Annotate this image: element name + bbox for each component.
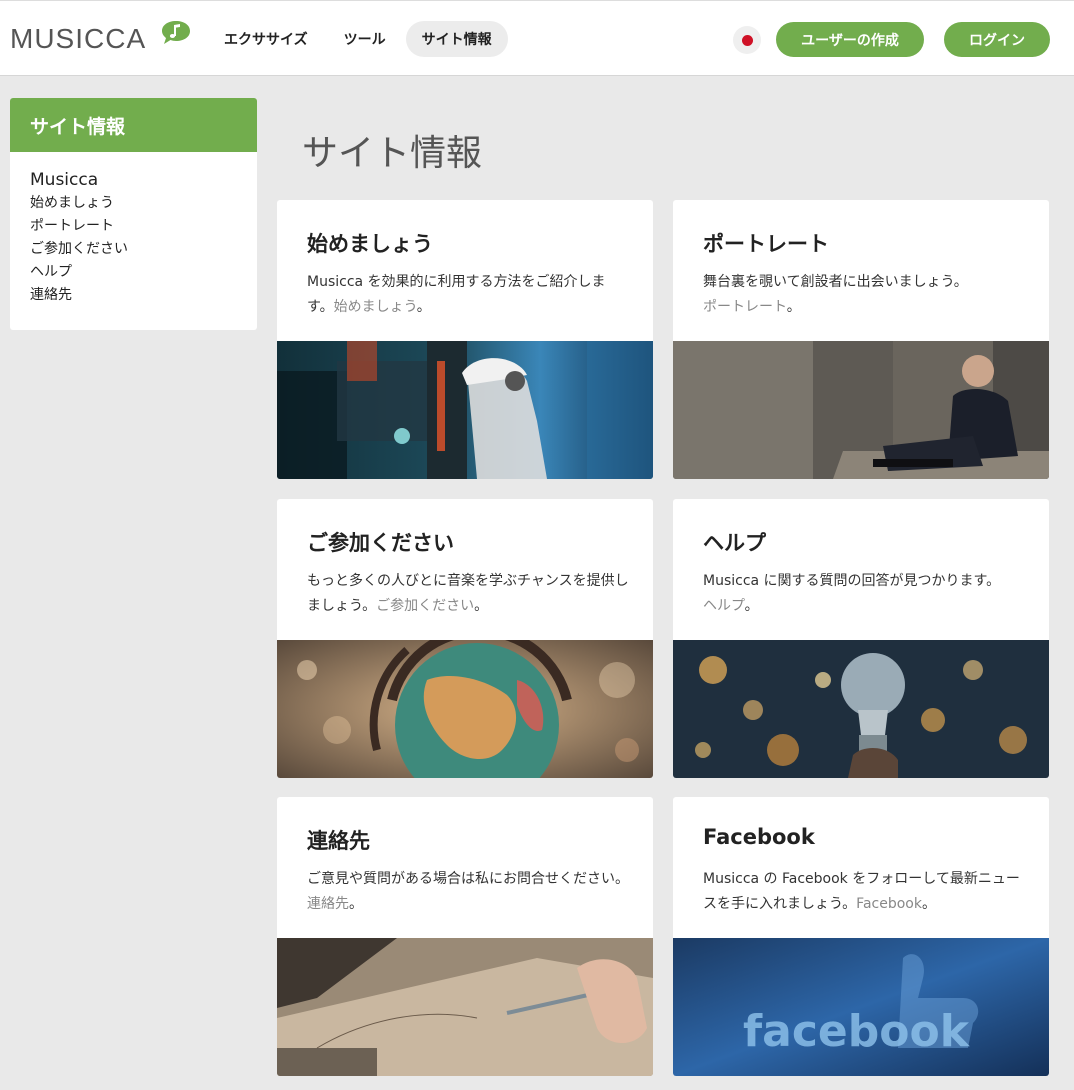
top-header: MUSICCA エクササイズ ツール サイト情報 ユーザーの作成 ログイン [0,0,1074,76]
card-description: Musicca を効果的に利用する方法をご紹介します。始めましょう。 [307,270,632,320]
card-description: 舞台裏を覗いて創設者に出会いましょう。 ポートレート。 [703,270,1028,320]
sidebar-item-portrait[interactable]: ポートレート [30,215,237,238]
card-text-suffix: 。 [474,598,489,614]
card-text-suffix: 。 [786,299,801,315]
card-text: ご意見や質問がある場合は私にお問合せください。 [307,871,629,887]
card-link[interactable]: ポートレート [703,299,787,315]
card-title: 連絡先 [307,829,370,853]
card-text: Musicca に関する質問の回答が見つかります。 [703,573,1001,589]
card-text-suffix: 。 [349,896,363,912]
card-description: Musicca に関する質問の回答が見つかります。 ヘルプ。 [703,569,1028,619]
page-title: サイト情報 [302,133,483,174]
card-description: ご意見や質問がある場合は私にお問合せください。連絡先。 [307,867,632,917]
card-join[interactable]: ご参加ください もっと多くの人びとに音楽を学ぶチャンスを提供しましょう。ご参加く… [277,499,653,778]
nav-exercises[interactable]: エクササイズ [208,21,324,57]
card-link[interactable]: ご参加ください [376,598,474,614]
card-description: もっと多くの人びとに音楽を学ぶチャンスを提供しましょう。ご参加ください。 [307,569,632,619]
globe-photo [277,640,653,778]
facebook-photo: facebook [673,938,1049,1076]
sidebar-body: Musicca 始めましょう ポートレート ご参加ください ヘルプ 連絡先 [10,152,257,307]
card-facebook[interactable]: Facebook Musicca の Facebook をフォローして最新ニュー… [673,797,1049,1076]
logo-text: MUSICCA [10,23,147,54]
sidebar: サイト情報 Musicca 始めましょう ポートレート ご参加ください ヘルプ … [10,98,257,330]
card-title: ご参加ください [307,531,454,555]
sidebar-heading: サイト情報 [10,98,257,152]
sidebar-item-getting-started[interactable]: 始めましょう [30,192,237,215]
card-link[interactable]: Facebook [856,896,922,912]
music-note-bubble-icon [162,21,190,44]
card-getting-started[interactable]: 始めましょう Musicca を効果的に利用する方法をご紹介します。始めましょう… [277,200,653,479]
card-portrait[interactable]: ポートレート 舞台裏を覗いて創設者に出会いましょう。 ポートレート。 [673,200,1049,479]
card-description: Musicca の Facebook をフォローして最新ニュースを手に入れましょ… [703,867,1028,917]
card-text-suffix: 。 [921,896,936,912]
sidebar-item-help[interactable]: ヘルプ [30,261,237,284]
card-title: Facebook [703,825,815,849]
language-flag-icon[interactable] [733,26,761,54]
card-link[interactable]: ヘルプ [703,598,745,614]
facebook-image-text: facebook [743,1006,971,1057]
musicca-logo[interactable]: MUSICCA [10,21,190,57]
dj-photo [277,341,653,479]
card-help[interactable]: ヘルプ Musicca に関する質問の回答が見つかります。 ヘルプ。 [673,499,1049,778]
card-text: 舞台裏を覗いて創設者に出会いましょう。 [703,274,968,290]
main-nav: エクササイズ ツール サイト情報 [208,21,508,57]
japan-flag-dot [741,34,753,46]
card-text-suffix: 。 [416,299,431,315]
sidebar-item-join[interactable]: ご参加ください [30,238,237,261]
lightbulb-photo [673,640,1049,778]
sidebar-section-title: Musicca [30,170,99,190]
card-text-suffix: 。 [744,598,759,614]
card-link[interactable]: 始めましょう [334,299,417,315]
card-contact[interactable]: 連絡先 ご意見や質問がある場合は私にお問合せください。連絡先。 [277,797,653,1076]
writing-hand-photo [277,938,653,1076]
card-link[interactable]: 連絡先 [307,896,349,912]
card-title: 始めましょう [307,232,433,256]
founder-photo [673,341,1049,479]
sidebar-item-contact[interactable]: 連絡先 [30,284,237,307]
nav-about[interactable]: サイト情報 [405,21,508,57]
card-title: ヘルプ [703,531,766,555]
card-title: ポートレート [703,232,829,256]
login-button[interactable]: ログイン [944,22,1050,57]
nav-tools[interactable]: ツール [328,21,402,57]
create-user-button[interactable]: ユーザーの作成 [776,22,924,57]
